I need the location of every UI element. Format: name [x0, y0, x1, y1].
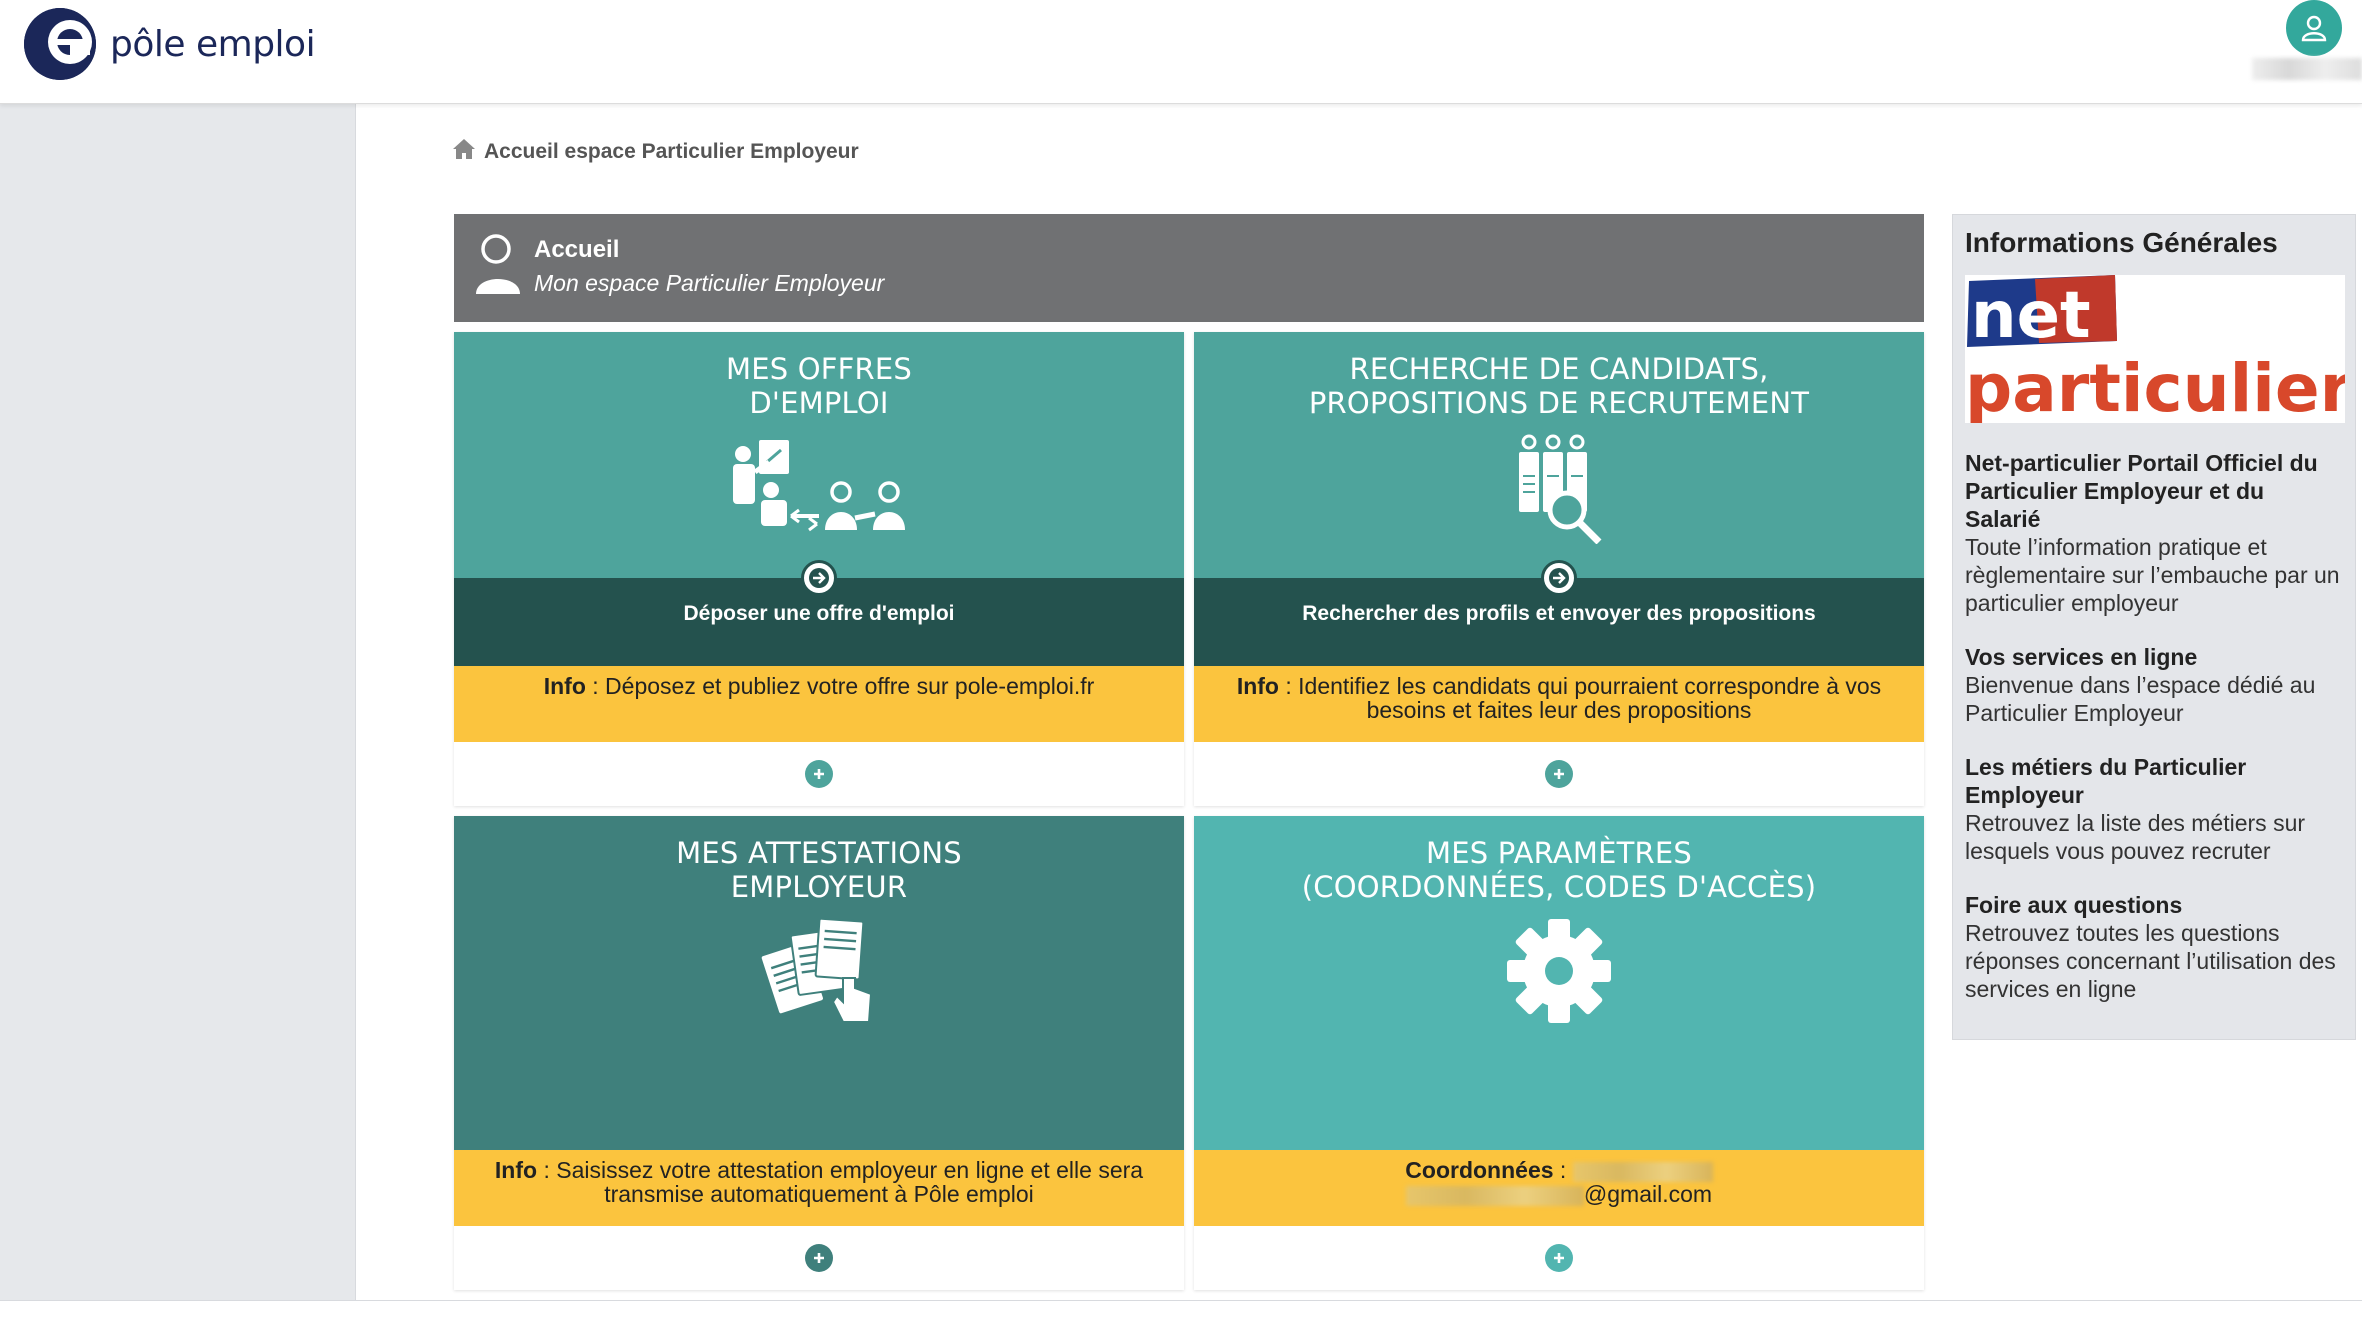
expand-row — [454, 742, 1184, 806]
banner-particulier: particulier.fr — [1965, 350, 2345, 423]
info-banner: Info : Identifiez les candidats qui pour… — [1194, 666, 1924, 742]
pole-emploi-logo-icon — [24, 8, 96, 80]
info-banner: Info : Saisissez votre attestation emplo… — [454, 1150, 1184, 1226]
card-title: RECHERCHE DE CANDIDATS, PROPOSITIONS DE … — [1308, 352, 1810, 420]
expand-row — [1194, 742, 1924, 806]
action-label: Déposer une offre d'emploi — [683, 602, 955, 625]
page-subtitle: Mon espace Particulier Employeur — [534, 270, 885, 296]
search-profiles-button[interactable]: Rechercher des profils et envoyer des pr… — [1194, 560, 1924, 666]
breadcrumb: Accueil espace Particulier Employeur — [452, 138, 859, 166]
page-header: Accueil Mon espace Particulier Employeur — [454, 214, 1924, 322]
card-candidate-search[interactable]: RECHERCHE DE CANDIDATS, PROPOSITIONS DE … — [1194, 332, 1924, 806]
general-info-sidebar: Informations Générales net particulier.f… — [1952, 214, 2356, 1040]
user-name-redacted — [2252, 58, 2362, 80]
job-offer-icon — [729, 438, 909, 543]
attestation-icon — [759, 916, 879, 1031]
net-particulier-banner[interactable]: net particulier.fr — [1965, 275, 2345, 423]
sidebar-item-online-services[interactable]: Vos services en ligne Bienvenue dans l’e… — [1965, 643, 2343, 727]
person-icon — [474, 234, 522, 301]
action-label: Rechercher des profils et envoyer des pr… — [1302, 602, 1816, 625]
sidebar-item-net-particulier[interactable]: Net-particulier Portail Officiel du Part… — [1965, 449, 2343, 617]
breadcrumb-current: Accueil espace Particulier Employeur — [484, 140, 859, 163]
top-bar: pôle emploi — [0, 0, 2362, 104]
banner-net: net — [1971, 279, 2091, 353]
brand-name: pôle emploi — [110, 23, 316, 65]
plus-icon[interactable] — [805, 1244, 833, 1272]
card-title: MES PARAMÈTRES (COORDONNÉES, CODES D'ACC… — [1301, 836, 1817, 904]
email-suffix: @gmail.com — [1583, 1181, 1713, 1207]
expand-row — [454, 1226, 1184, 1290]
card-job-offers[interactable]: MES OFFRES D'EMPLOI Déposer une offre d'… — [454, 332, 1184, 806]
info-banner: Info : Déposez et publiez votre offre su… — [454, 666, 1184, 742]
plus-icon[interactable] — [805, 760, 833, 788]
pole-emploi-logo[interactable]: pôle emploi — [24, 8, 316, 80]
sidebar-title: Informations Générales — [1965, 227, 2278, 258]
arrow-right-icon[interactable] — [1541, 560, 1577, 596]
card-title: MES OFFRES D'EMPLOI — [725, 352, 913, 420]
email-redacted — [1405, 1185, 1584, 1206]
candidate-search-icon — [1509, 432, 1609, 549]
phone-redacted — [1572, 1161, 1713, 1182]
user-icon[interactable] — [2286, 0, 2342, 56]
expand-row — [1194, 1226, 1924, 1290]
left-column — [0, 104, 356, 1300]
info-banner: Coordonnées : @gmail.com — [1194, 1150, 1924, 1226]
card-settings[interactable]: MES PARAMÈTRES (COORDONNÉES, CODES D'ACC… — [1194, 816, 1924, 1290]
card-employer-attestations[interactable]: MES ATTESTATIONS EMPLOYEUR Info: Saisis… — [454, 816, 1184, 1290]
post-job-offer-button[interactable]: Déposer une offre d'emploi — [454, 560, 1184, 666]
plus-icon[interactable] — [1545, 1244, 1573, 1272]
plus-icon[interactable] — [1545, 760, 1573, 788]
sidebar-item-jobs[interactable]: Les métiers du Particulier Employeur Ret… — [1965, 753, 2343, 865]
arrow-right-icon[interactable] — [801, 560, 837, 596]
footer-strip — [0, 1300, 2362, 1320]
page-title: Accueil — [534, 236, 620, 263]
sidebar-item-faq[interactable]: Foire aux questions Retrouvez toutes les… — [1965, 891, 2343, 1003]
gear-icon — [1504, 916, 1614, 1031]
card-title: MES ATTESTATIONS EMPLOYEUR — [676, 836, 962, 904]
home-icon[interactable] — [452, 138, 476, 166]
